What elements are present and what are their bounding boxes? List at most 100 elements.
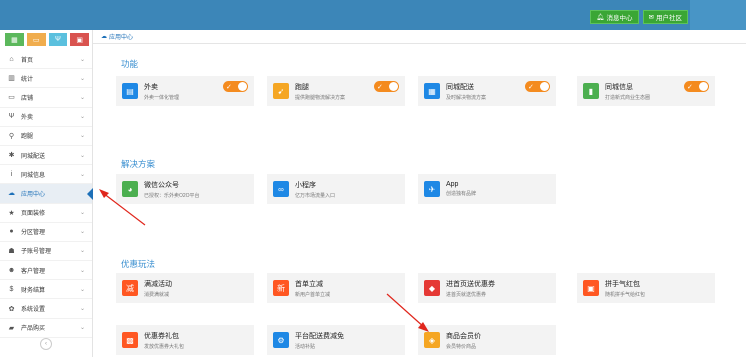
discount-icon: 减 xyxy=(122,280,138,296)
store-icon: ▤ xyxy=(122,83,138,99)
sidebar-item[interactable]: ● 分区管理 ⌄ xyxy=(0,223,92,242)
enable-toggle[interactable]: ✓ xyxy=(684,81,709,92)
quick-buttons: ▦ ▭ Ψ ▣ xyxy=(0,30,92,50)
sidebar-item[interactable]: ✱ 同城配送 ⌄ xyxy=(0,146,92,166)
app-card-xinxi[interactable]: ▮ 同城信息 打造新式商业生态圈 ✓ xyxy=(577,76,715,106)
card-title: 小程序 xyxy=(295,181,316,189)
app-card-jindian[interactable]: ◆ 进首页送优惠券 进首页就送优惠券 xyxy=(418,273,556,303)
sidebar-item[interactable]: Ψ 外卖 ⌄ xyxy=(0,108,92,127)
app-card-peisong[interactable]: ▦ 同城配送及时解决物流方案 ✓ xyxy=(418,76,556,106)
wechat-icon: ◕ xyxy=(122,181,138,197)
chevron-down-icon: ⌄ xyxy=(79,248,85,255)
collapse-sidebar-button[interactable]: ‹ xyxy=(40,338,52,350)
card-title: 商品会员价 xyxy=(446,332,481,340)
toggle-knob xyxy=(238,82,247,91)
bar-chart-icon: ▥ xyxy=(8,75,15,83)
app-card-coupon-pack[interactable]: ▩ 优惠券礼包 发放优惠券大礼包 xyxy=(116,325,254,355)
app-card-waimai[interactable]: ▤ 外卖 外卖一体化管理 ✓ xyxy=(116,76,254,106)
section-solutions-title: 解决方案 xyxy=(121,159,156,169)
sidebar-item-label: 产品购买 xyxy=(21,326,46,333)
app-card-platform[interactable]: ⚙ 平台配送费减免 活动补贴 xyxy=(267,325,405,355)
bike-icon: ⚲ xyxy=(8,132,15,140)
enable-toggle[interactable]: ✓ xyxy=(374,81,399,92)
chevron-down-icon: ⌄ xyxy=(79,94,85,101)
sidebar-item-label: 店铺 xyxy=(21,95,34,102)
monitor-icon: ▭ xyxy=(32,36,40,44)
app-card-pinshou[interactable]: ▣ 拼手气红包 随机拼手气给红包 xyxy=(577,273,715,303)
enable-toggle[interactable]: ✓ xyxy=(525,81,550,92)
sidebar-item-label: 统计 xyxy=(21,76,34,83)
chart-icon: ▦ xyxy=(11,36,18,44)
card-description: 进首页就送优惠券 xyxy=(446,291,487,298)
card-description: 已授权：乐外卖O2O平台 xyxy=(144,192,200,199)
sidebar-item[interactable]: ☁ 应用中心 xyxy=(0,184,93,204)
user-community-button[interactable]: ✉ 用户社区 xyxy=(642,10,688,24)
sidebar-item[interactable]: ☻ 客户管理 ⌄ xyxy=(0,261,92,281)
bag-icon: ▣ xyxy=(76,36,83,44)
card-title: 首单立减 xyxy=(295,280,323,288)
chevron-down-icon: ⌄ xyxy=(79,229,85,236)
app-card-app[interactable]: ✈ App 创造独有品牌 xyxy=(418,174,556,204)
app-card-manjian[interactable]: 减满减活动 消费满就减 xyxy=(116,273,254,303)
coupon-icon: ◆ xyxy=(424,280,440,296)
card-description: 发放优惠券大礼包 xyxy=(144,343,185,350)
card-description: 及时解决物流方案 xyxy=(446,94,487,101)
sidebar-item-label: 同城信息 xyxy=(21,172,46,179)
sidebar-item[interactable]: ▭ 店铺 ⌄ xyxy=(0,88,92,108)
sidebar-item-label: 外卖 xyxy=(21,115,34,122)
cloud-icon: ☁ xyxy=(8,190,15,198)
card-description: 随机拼手气给红包 xyxy=(605,291,646,298)
sidebar-item[interactable]: ▥ 统计 ⌄ xyxy=(0,69,92,89)
card-description: 创造独有品牌 xyxy=(446,191,477,197)
sidebar-item-label: 财务结算 xyxy=(21,287,46,294)
first-order-icon: 新 xyxy=(273,280,289,296)
user-area[interactable] xyxy=(690,0,746,30)
message-center-button[interactable]: 🔔︎ 消息中心 xyxy=(590,10,639,24)
bag-quick-button[interactable]: ▣ xyxy=(70,33,89,46)
sidebar-item[interactable]: ⌂ 首页 ⌄ xyxy=(0,50,92,70)
sidebar-item-label: 系统设置 xyxy=(21,307,46,314)
app-card-wechat[interactable]: ◕ 微信公众号 已授权：乐外卖O2O平台 xyxy=(116,174,254,204)
app-card-shoudan[interactable]: 新首单立减 新用户首单立减 xyxy=(267,273,405,303)
app-card-member[interactable]: ◈ 商品会员价 会员特价商品 xyxy=(418,325,556,355)
enable-toggle[interactable]: ✓ xyxy=(223,81,248,92)
check-icon: ✓ xyxy=(528,83,534,91)
app-card-miniapp[interactable]: ∞ 小程序 亿万市场流量入口 xyxy=(267,174,405,204)
card-title: 优惠券礼包 xyxy=(144,332,179,340)
delivery-icon: ▦ xyxy=(424,83,440,99)
sidebar-item-label: 分区管理 xyxy=(21,230,46,237)
circle-icon: ● xyxy=(9,228,14,236)
chevron-down-icon: ⌄ xyxy=(79,56,85,63)
breadcrumb-link[interactable]: 应用中心 xyxy=(109,32,133,41)
sidebar-item[interactable]: ☗ 子账号管理 ⌄ xyxy=(0,242,92,262)
miniapp-icon: ∞ xyxy=(273,181,289,197)
card-title: 同城配送 xyxy=(446,83,474,91)
sidebar-item[interactable]: $ 财务结算 ⌄ xyxy=(0,280,92,300)
top-buttons: 🔔︎ 消息中心 ✉ 用户社区 xyxy=(590,10,688,24)
sidebar-item[interactable]: ✿ 系统设置 ⌄ xyxy=(0,299,92,319)
sidebar-menu: ⌂ 首页 ⌄ ▥ 统计 ⌄ ▭ 店铺 ⌄ Ψ 外卖 ⌄ ⚲ 跑腿 ⌄ ✱ 同城配送 ⌄ i 同城信息 ⌄ ☁ 应用中心 ★ 页面… xyxy=(0,50,93,338)
section-features-title: 功能 xyxy=(121,59,139,69)
card-title: 满减活动 xyxy=(144,280,172,288)
section-promotions-title: 优惠玩法 xyxy=(121,259,156,269)
sidebar-item-label: 子账号管理 xyxy=(21,249,52,256)
fork-quick-button[interactable]: Ψ xyxy=(48,33,68,46)
sidebar-item-label: 客户管理 xyxy=(21,268,46,275)
monitor-quick-button[interactable]: ▭ xyxy=(26,33,46,46)
chart-quick-button[interactable]: ▦ xyxy=(5,33,24,46)
dollar-icon: $ xyxy=(9,285,14,293)
cloud-icon: ☁ xyxy=(101,34,107,40)
monitor-icon: ▭ xyxy=(8,94,15,102)
check-icon: ✓ xyxy=(687,83,693,91)
sidebar-item[interactable]: ⚲ 跑腿 ⌄ xyxy=(0,127,92,146)
sidebar-item[interactable]: ▰ 产品购买 ⌄ xyxy=(0,319,92,338)
app-icon: ✈ xyxy=(424,181,440,197)
sidebar-item[interactable]: i 同城信息 ⌄ xyxy=(0,165,92,185)
diamond-icon: ◈ xyxy=(424,332,440,348)
sidebar-item-label: 应用中心 xyxy=(21,191,46,198)
app-card-paotui[interactable]: ➹ 跑腿 提供跑腿物流解决方案 ✓ xyxy=(267,76,405,106)
chevron-down-icon: ⌄ xyxy=(79,133,85,140)
sidebar-item-label: 页面装修 xyxy=(21,211,46,218)
fork-icon: Ψ xyxy=(54,36,61,43)
sidebar-item[interactable]: ★ 页面装修 ⌄ xyxy=(0,204,92,223)
